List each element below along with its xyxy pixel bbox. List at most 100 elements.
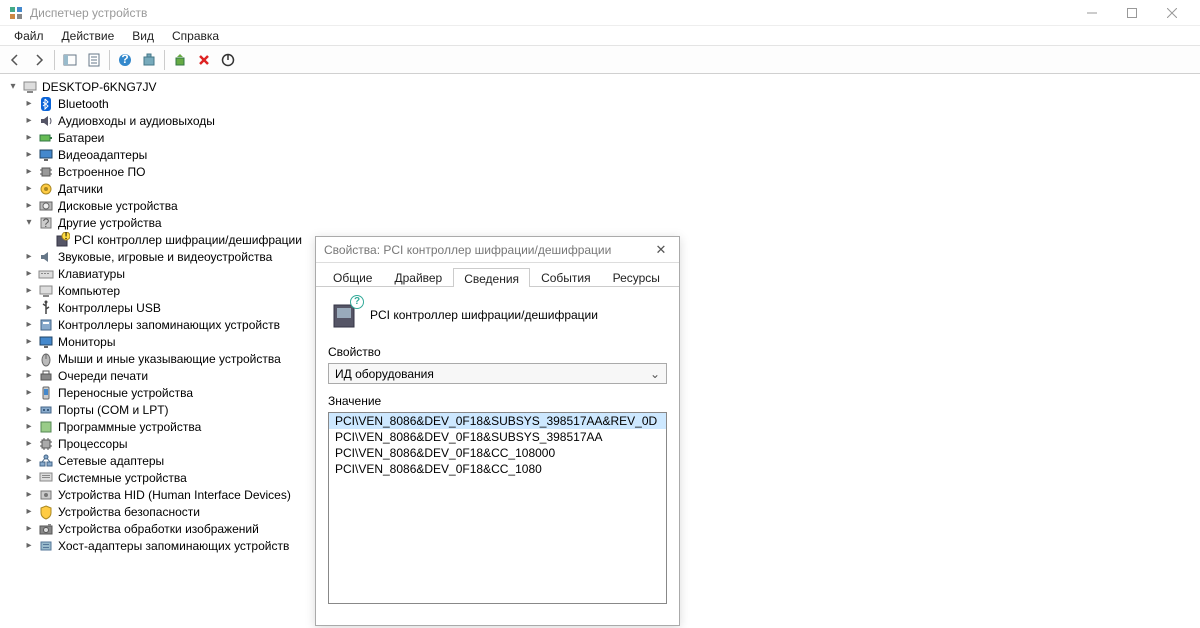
- dialog-close-button[interactable]: ✕: [651, 242, 671, 258]
- tree-category[interactable]: Встроенное ПО: [0, 163, 1200, 180]
- tree-category-label: Контроллеры USB: [58, 301, 161, 315]
- chevron-right-icon[interactable]: [22, 149, 36, 160]
- chevron-right-icon[interactable]: [22, 489, 36, 500]
- list-item[interactable]: PCI\VEN_8086&DEV_0F18&SUBSYS_398517AA&RE…: [329, 413, 666, 429]
- chevron-right-icon[interactable]: [22, 183, 36, 194]
- toolbar: ?: [0, 46, 1200, 74]
- disable-device-button[interactable]: [217, 49, 239, 71]
- value-listbox[interactable]: PCI\VEN_8086&DEV_0F18&SUBSYS_398517AA&RE…: [328, 412, 667, 604]
- chevron-right-icon[interactable]: [22, 336, 36, 347]
- dialog-body: ? PCI контроллер шифрации/дешифрации Сво…: [316, 287, 679, 616]
- properties-button[interactable]: [83, 49, 105, 71]
- chevron-right-icon[interactable]: [22, 319, 36, 330]
- chevron-right-icon[interactable]: [22, 387, 36, 398]
- tree-category[interactable]: Дисковые устройства: [0, 197, 1200, 214]
- display-icon: [38, 147, 54, 163]
- cpu-icon: [38, 436, 54, 452]
- close-button[interactable]: [1152, 0, 1192, 26]
- port-icon: [38, 402, 54, 418]
- chevron-right-icon[interactable]: [22, 370, 36, 381]
- property-combobox[interactable]: ИД оборудования: [328, 363, 667, 384]
- list-item[interactable]: PCI\VEN_8086&DEV_0F18&SUBSYS_398517AA: [329, 429, 666, 445]
- tree-root[interactable]: DESKTOP-6KNG7JV: [0, 78, 1200, 95]
- chevron-right-icon[interactable]: [22, 251, 36, 262]
- tab-4[interactable]: Ресурсы: [602, 267, 671, 286]
- tree-category-label: Сетевые адаптеры: [58, 454, 164, 468]
- menu-action[interactable]: Действие: [54, 27, 123, 45]
- properties-dialog: Свойства: PCI контроллер шифрации/дешифр…: [315, 236, 680, 626]
- value-label: Значение: [328, 394, 667, 408]
- tree-category[interactable]: Датчики: [0, 180, 1200, 197]
- separator: [164, 50, 165, 70]
- chevron-right-icon[interactable]: [22, 353, 36, 364]
- tree-category[interactable]: Видеоадаптеры: [0, 146, 1200, 163]
- chevron-right-icon[interactable]: [22, 200, 36, 211]
- help-button[interactable]: ?: [114, 49, 136, 71]
- svg-text:?: ?: [43, 216, 50, 230]
- menu-view[interactable]: Вид: [124, 27, 162, 45]
- property-combo-value: ИД оборудования: [335, 367, 434, 381]
- chevron-down-icon[interactable]: [22, 217, 36, 228]
- question-overlay-icon: ?: [350, 295, 364, 309]
- back-button[interactable]: [4, 49, 26, 71]
- tree-category-label: Программные устройства: [58, 420, 201, 434]
- tab-1[interactable]: Драйвер: [383, 267, 453, 286]
- device-name-label: PCI контроллер шифрации/дешифрации: [370, 308, 598, 322]
- imaging-icon: [38, 521, 54, 537]
- update-driver-button[interactable]: [169, 49, 191, 71]
- chevron-right-icon[interactable]: [22, 421, 36, 432]
- tree-category-label: Мыши и иные указывающие устройства: [58, 352, 281, 366]
- chevron-right-icon[interactable]: [22, 98, 36, 109]
- minimize-button[interactable]: [1072, 0, 1112, 26]
- tree-category[interactable]: Bluetooth: [0, 95, 1200, 112]
- chevron-right-icon[interactable]: [22, 506, 36, 517]
- menu-help[interactable]: Справка: [164, 27, 227, 45]
- security-icon: [38, 504, 54, 520]
- forward-button[interactable]: [28, 49, 50, 71]
- chevron-right-icon[interactable]: [22, 523, 36, 534]
- tree-category-label: Встроенное ПО: [58, 165, 145, 179]
- tree-category-label: Компьютер: [58, 284, 120, 298]
- chevron-down-icon[interactable]: [6, 81, 20, 92]
- tree-category-label: Видеоадаптеры: [58, 148, 147, 162]
- tab-3[interactable]: События: [530, 267, 602, 286]
- chevron-right-icon[interactable]: [22, 285, 36, 296]
- tab-strip: ОбщиеДрайверСведенияСобытияРесурсы: [316, 263, 679, 287]
- tree-category[interactable]: Батареи: [0, 129, 1200, 146]
- svg-text:?: ?: [121, 53, 128, 66]
- tree-category[interactable]: Аудиовходы и аудиовыходы: [0, 112, 1200, 129]
- tab-2[interactable]: Сведения: [453, 268, 530, 287]
- tab-0[interactable]: Общие: [322, 267, 383, 286]
- dialog-titlebar[interactable]: Свойства: PCI контроллер шифрации/дешифр…: [316, 237, 679, 263]
- chevron-right-icon[interactable]: [22, 268, 36, 279]
- chevron-right-icon[interactable]: [22, 472, 36, 483]
- uninstall-device-button[interactable]: [193, 49, 215, 71]
- list-item[interactable]: PCI\VEN_8086&DEV_0F18&CC_1080: [329, 461, 666, 477]
- computer-icon: [38, 283, 54, 299]
- chevron-right-icon[interactable]: [22, 115, 36, 126]
- scan-hardware-button[interactable]: [138, 49, 160, 71]
- maximize-button[interactable]: [1112, 0, 1152, 26]
- tree-category-label: Устройства HID (Human Interface Devices): [58, 488, 291, 502]
- chevron-right-icon[interactable]: [22, 302, 36, 313]
- show-hide-console-tree-button[interactable]: [59, 49, 81, 71]
- chevron-right-icon[interactable]: [22, 132, 36, 143]
- tree-category-label: Батареи: [58, 131, 104, 145]
- portable-icon: [38, 385, 54, 401]
- tree-category-label: Устройства безопасности: [58, 505, 200, 519]
- chevron-right-icon[interactable]: [22, 166, 36, 177]
- list-item[interactable]: PCI\VEN_8086&DEV_0F18&CC_108000: [329, 445, 666, 461]
- system-icon: [38, 470, 54, 486]
- chevron-right-icon[interactable]: [22, 540, 36, 551]
- tree-category-label: Процессоры: [58, 437, 128, 451]
- chevron-right-icon[interactable]: [22, 455, 36, 466]
- tree-category-label: Контроллеры запоминающих устройств: [58, 318, 280, 332]
- menu-file[interactable]: Файл: [6, 27, 52, 45]
- printer-icon: [38, 368, 54, 384]
- chevron-right-icon[interactable]: [22, 404, 36, 415]
- tree-category[interactable]: ?Другие устройства: [0, 214, 1200, 231]
- property-label: Свойство: [328, 345, 667, 359]
- chevron-right-icon[interactable]: [22, 438, 36, 449]
- separator: [109, 50, 110, 70]
- usb-icon: [38, 300, 54, 316]
